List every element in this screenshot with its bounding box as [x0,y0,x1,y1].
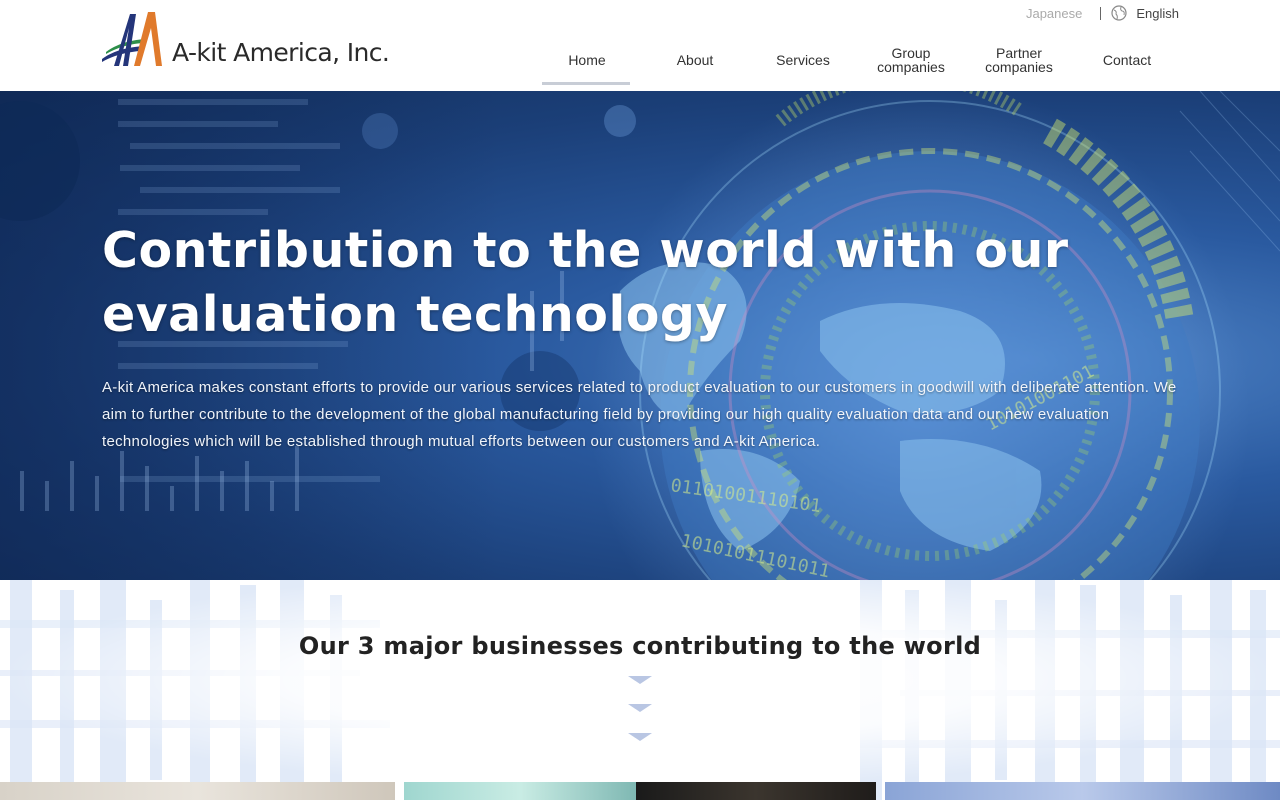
nav-about-label: About [676,52,714,68]
chevron-down-icon [628,733,652,741]
language-switcher: Japanese English [1026,4,1179,22]
main-nav: Home About Services Group companies Part… [533,36,1181,85]
businesses-title: Our 3 major businesses contributing to t… [298,632,982,660]
globe-icon [1111,5,1127,21]
nav-partner-companies-label: Partner companies [985,45,1053,75]
business-card-image[interactable] [885,782,1280,800]
nav-home[interactable]: Home [533,36,641,85]
nav-contact[interactable]: Contact [1073,36,1181,84]
logo-mark-icon [102,12,162,66]
language-japanese-link[interactable]: Japanese [1026,6,1082,21]
hero-description: A-kit America makes constant efforts to … [102,379,1177,450]
nav-partner-companies[interactable]: Partner companies [965,36,1073,84]
businesses-background-pattern [0,580,1280,800]
hero-title: Contribution to the world with our evalu… [102,222,1069,343]
nav-contact-label: Contact [1102,52,1152,68]
nav-services[interactable]: Services [749,36,857,84]
business-cards-row [0,782,1280,800]
language-divider [1100,6,1102,20]
hero-banner: 01101001110101 10101001101 1010101110101… [0,91,1280,580]
business-card-image[interactable] [404,782,636,800]
site-header: A-kit America, Inc. Japanese English Hom… [0,0,1280,91]
business-card-image[interactable] [636,782,876,800]
nav-home-label: Home [568,52,606,68]
chevron-down-icon [628,704,652,712]
logo-text: A-kit America, Inc. [172,38,390,67]
nav-group-companies-label: Group companies [877,45,945,75]
nav-group-companies[interactable]: Group companies [857,36,965,84]
logo[interactable]: A-kit America, Inc. [100,8,390,68]
nav-about[interactable]: About [641,36,749,84]
business-card-image[interactable] [0,782,395,800]
nav-services-label: Services [776,52,830,68]
chevron-down-icon [628,676,652,684]
language-english-link[interactable]: English [1136,6,1179,21]
businesses-section: Our 3 major businesses contributing to t… [0,580,1280,800]
